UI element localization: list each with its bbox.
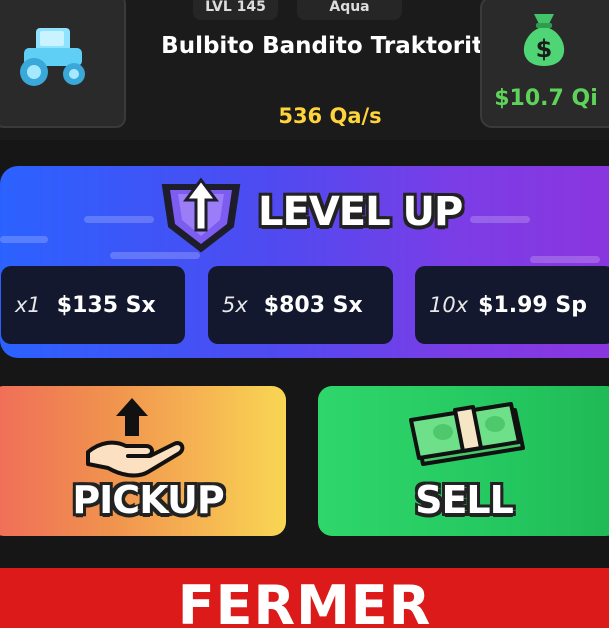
aqua-tractor-icon bbox=[20, 28, 85, 86]
up-arrow-shield-icon bbox=[161, 177, 241, 253]
bottom-banner: FERMER bbox=[0, 568, 609, 628]
level-up-title: LEVEL UP bbox=[258, 189, 463, 235]
level-multiplier: 5x bbox=[222, 293, 248, 317]
cash-stack-icon bbox=[409, 402, 525, 466]
level-up-panel: LEVEL UP x1 $135 Sx 5x $803 Sx 10x $1.99… bbox=[0, 166, 609, 358]
level-cost: $1.99 Sp bbox=[478, 292, 587, 318]
level-up-x1-button[interactable]: x1 $135 Sx bbox=[1, 266, 185, 344]
level-badge: LVL 145 bbox=[193, 0, 278, 20]
mutation-badge: Aqua bbox=[297, 0, 402, 20]
decor-streak bbox=[530, 256, 600, 263]
pet-name: Bulbito Bandito Traktorito bbox=[161, 33, 499, 59]
decor-streak bbox=[84, 216, 154, 223]
level-up-x5-button[interactable]: 5x $803 Sx bbox=[208, 266, 393, 344]
wallet-balance: $10.7 Qi bbox=[494, 86, 598, 111]
pet-income-rate: 536 Qa/s bbox=[278, 104, 382, 128]
pickup-button[interactable]: PICKUP bbox=[0, 386, 286, 536]
level-multiplier: x1 bbox=[15, 293, 41, 317]
pet-info-header: LVL 145 Aqua Bulbito Bandito Traktorito … bbox=[0, 0, 609, 140]
level-cost: $135 Sx bbox=[56, 292, 156, 318]
pickup-label: PICKUP bbox=[72, 478, 224, 522]
svg-text:$: $ bbox=[536, 35, 553, 63]
level-up-x10-button[interactable]: 10x $1.99 Sp bbox=[415, 266, 609, 344]
sell-label: SELL bbox=[415, 478, 514, 522]
sell-button[interactable]: SELL bbox=[318, 386, 609, 536]
pet-thumbnail bbox=[0, 0, 126, 128]
banner-title: FERMER bbox=[177, 574, 432, 628]
decor-streak bbox=[0, 236, 48, 243]
decor-streak bbox=[470, 216, 530, 223]
hand-pickup-icon bbox=[86, 398, 185, 478]
wallet-card: $ $10.7 Qi bbox=[480, 0, 609, 128]
money-bag-icon: $ bbox=[523, 14, 565, 66]
level-multiplier: 10x bbox=[429, 293, 469, 317]
level-cost: $803 Sx bbox=[263, 292, 363, 318]
